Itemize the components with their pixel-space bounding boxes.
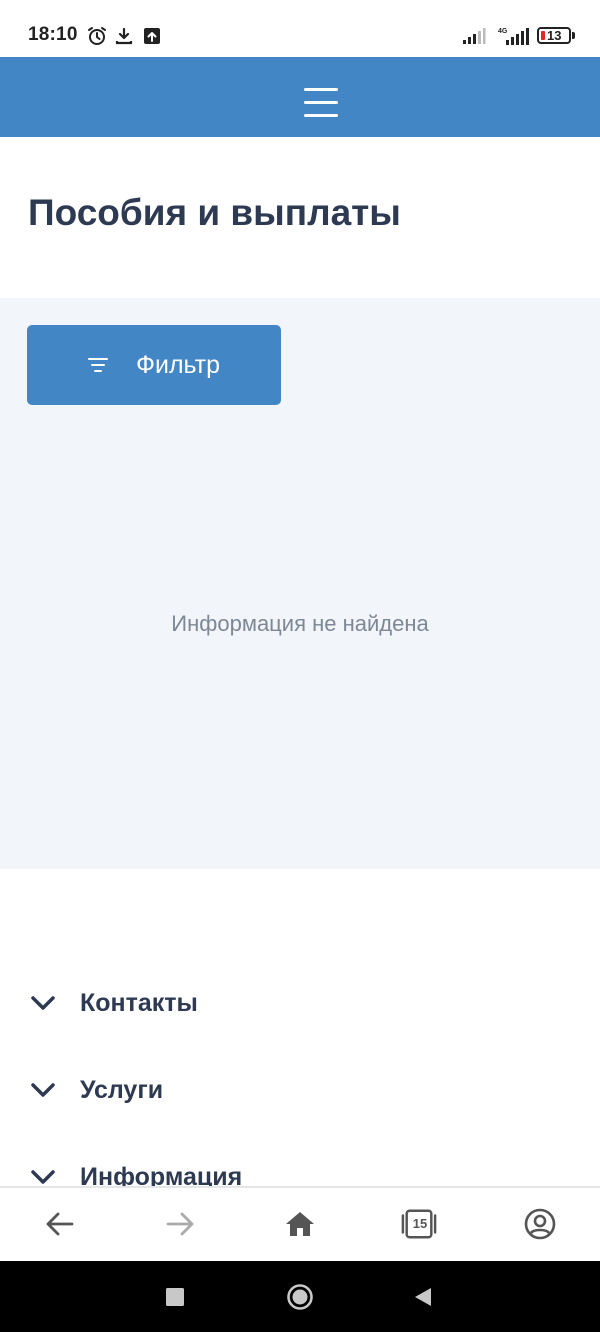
back-arrow-icon[interactable]: [42, 1206, 78, 1242]
tabs-icon[interactable]: 15: [401, 1206, 437, 1242]
tabs-count: 15: [412, 1216, 428, 1231]
back-triangle-icon[interactable]: [409, 1283, 437, 1311]
recents-square-icon[interactable]: [161, 1283, 189, 1311]
footer-item-contacts[interactable]: Контакты: [30, 983, 198, 1023]
chevron-down-icon: [31, 996, 55, 1010]
filter-button-label: Фильтр: [136, 350, 220, 379]
battery-level-fill: [541, 31, 545, 40]
top-header: [0, 57, 600, 137]
signal-icon: [461, 25, 487, 47]
battery-tip: [572, 32, 575, 39]
browser-bottom-nav: 15: [0, 1186, 600, 1261]
footer-item-label: Услуги: [80, 1075, 164, 1104]
footer-item-label: Контакты: [80, 988, 198, 1017]
alarm-icon: [86, 25, 108, 47]
home-icon[interactable]: [282, 1206, 318, 1242]
chevron-down-icon: [31, 1083, 55, 1097]
upload-icon: [142, 25, 162, 47]
page-title: Пособия и выплаты: [28, 192, 401, 233]
hamburger-menu-icon[interactable]: [300, 85, 338, 121]
system-nav-bar: [0, 1261, 600, 1332]
filter-icon: [88, 356, 110, 374]
home-circle-icon[interactable]: [286, 1283, 314, 1311]
chevron-down-icon: [31, 1170, 55, 1184]
footer-item-services[interactable]: Услуги: [30, 1070, 163, 1110]
download-icon: [114, 25, 134, 47]
empty-state-message: Информация не найдена: [171, 611, 429, 636]
filter-button[interactable]: Фильтр: [27, 325, 281, 405]
status-bar: 18:10 4G 13: [0, 0, 600, 57]
profile-icon[interactable]: [522, 1206, 558, 1242]
signal-4g-icon: 4G: [496, 25, 530, 47]
battery-icon: 13: [537, 27, 571, 44]
status-time: 18:10: [28, 24, 78, 45]
forward-arrow-icon[interactable]: [162, 1206, 198, 1242]
content-area: Фильтр Информация не найдена: [0, 298, 600, 869]
svg-text:4G: 4G: [498, 28, 508, 35]
battery-level: 13: [547, 28, 562, 43]
